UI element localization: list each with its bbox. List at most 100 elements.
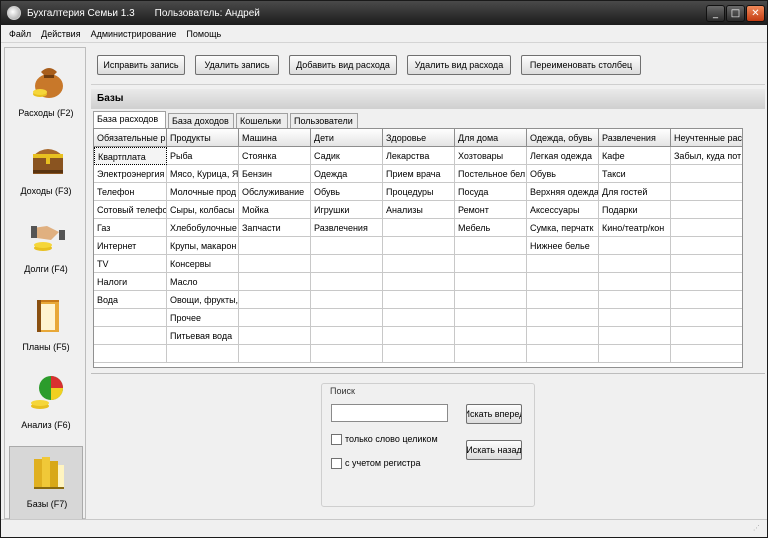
table-cell[interactable]: Сыры, колбасы xyxy=(167,201,239,219)
edit-record-button[interactable]: Исправить запись xyxy=(97,55,185,75)
table-cell[interactable]: Забыл, куда пот xyxy=(671,147,742,165)
table-cell[interactable] xyxy=(383,345,455,363)
table-cell[interactable]: Запчасти xyxy=(239,219,311,237)
menu-help[interactable]: Помощь xyxy=(186,29,221,39)
table-cell[interactable] xyxy=(383,219,455,237)
maximize-button[interactable]: □ xyxy=(726,5,745,22)
table-cell[interactable]: Развлечения xyxy=(311,219,383,237)
table-cell[interactable]: Квартплата xyxy=(94,147,167,165)
table-cell[interactable] xyxy=(527,327,599,345)
table-cell[interactable] xyxy=(527,291,599,309)
table-cell[interactable]: Молочные прод xyxy=(167,183,239,201)
table-cell[interactable]: Питьевая вода xyxy=(167,327,239,345)
table-cell[interactable] xyxy=(671,183,742,201)
table-cell[interactable]: Крупы, макарон xyxy=(167,237,239,255)
table-cell[interactable]: Хозтовары xyxy=(455,147,527,165)
table-cell[interactable] xyxy=(383,237,455,255)
table-cell[interactable]: Мойка xyxy=(239,201,311,219)
table-cell[interactable] xyxy=(311,309,383,327)
tab-expense-base[interactable]: База расходов xyxy=(93,111,166,128)
table-cell[interactable] xyxy=(311,345,383,363)
table-cell[interactable]: Кафе xyxy=(599,147,671,165)
table-cell[interactable]: Телефон xyxy=(94,183,167,201)
title-bar[interactable]: Бухгалтерия Семьи 1.3 Пользователь: Андр… xyxy=(1,1,767,25)
table-cell[interactable] xyxy=(671,291,742,309)
table-cell[interactable]: Газ xyxy=(94,219,167,237)
table-cell[interactable] xyxy=(94,345,167,363)
expense-grid[interactable]: Обязательные р Продукты Машина Дети Здоровье… xyxy=(93,128,743,368)
table-cell[interactable] xyxy=(311,327,383,345)
sidebar-item-databases[interactable]: Базы (F7) xyxy=(9,446,83,520)
table-cell[interactable]: Такси xyxy=(599,165,671,183)
table-cell[interactable]: Обувь xyxy=(527,165,599,183)
table-cell[interactable] xyxy=(599,237,671,255)
table-cell[interactable] xyxy=(383,273,455,291)
table-cell[interactable] xyxy=(383,309,455,327)
sidebar-item-expenses[interactable]: Расходы (F2) xyxy=(9,56,83,130)
table-cell[interactable] xyxy=(599,291,671,309)
table-cell[interactable] xyxy=(94,327,167,345)
sidebar-item-debts[interactable]: Долги (F4) xyxy=(9,212,83,286)
menu-file[interactable]: Файл xyxy=(9,29,31,39)
table-cell[interactable] xyxy=(239,255,311,273)
table-cell[interactable] xyxy=(599,327,671,345)
search-backward-button[interactable]: Искать назад xyxy=(466,440,522,460)
table-cell[interactable] xyxy=(239,273,311,291)
column-header[interactable]: Машина xyxy=(239,129,311,147)
table-cell[interactable] xyxy=(455,291,527,309)
table-cell[interactable]: Овощи, фрукты, xyxy=(167,291,239,309)
table-cell[interactable]: Вода xyxy=(94,291,167,309)
delete-expense-type-button[interactable]: Удалить вид расхода xyxy=(407,55,511,75)
table-cell[interactable] xyxy=(671,309,742,327)
table-cell[interactable] xyxy=(455,273,527,291)
table-cell[interactable] xyxy=(239,327,311,345)
table-cell[interactable]: Посуда xyxy=(455,183,527,201)
table-cell[interactable]: Садик xyxy=(311,147,383,165)
minimize-button[interactable]: _ xyxy=(706,5,725,22)
table-cell[interactable] xyxy=(94,309,167,327)
table-cell[interactable]: Для гостей xyxy=(599,183,671,201)
table-cell[interactable]: Обслуживание xyxy=(239,183,311,201)
table-cell[interactable]: Консервы xyxy=(167,255,239,273)
table-cell[interactable] xyxy=(455,237,527,255)
sidebar-item-income[interactable]: Доходы (F3) xyxy=(9,134,83,208)
sidebar-item-plans[interactable]: Планы (F5) xyxy=(9,290,83,364)
table-cell[interactable] xyxy=(239,291,311,309)
table-cell[interactable] xyxy=(239,345,311,363)
column-header[interactable]: Здоровье xyxy=(383,129,455,147)
table-cell[interactable] xyxy=(527,255,599,273)
table-cell[interactable] xyxy=(671,345,742,363)
table-cell[interactable]: Мясо, Курица, Я xyxy=(167,165,239,183)
sidebar-item-analysis[interactable]: Анализ (F6) xyxy=(9,368,83,442)
menu-actions[interactable]: Действия xyxy=(41,29,80,39)
table-cell[interactable] xyxy=(383,255,455,273)
table-cell[interactable]: Бензин xyxy=(239,165,311,183)
table-cell[interactable]: Кино/театр/кон xyxy=(599,219,671,237)
table-cell[interactable]: Процедуры xyxy=(383,183,455,201)
table-cell[interactable]: Рыба xyxy=(167,147,239,165)
table-cell[interactable] xyxy=(311,237,383,255)
tab-users[interactable]: Пользователи xyxy=(290,113,358,128)
table-cell[interactable] xyxy=(671,237,742,255)
table-cell[interactable]: Электроэнергия xyxy=(94,165,167,183)
table-cell[interactable] xyxy=(671,165,742,183)
table-cell[interactable] xyxy=(599,273,671,291)
table-cell[interactable]: Масло xyxy=(167,273,239,291)
table-cell[interactable] xyxy=(239,237,311,255)
table-cell[interactable]: Легкая одежда xyxy=(527,147,599,165)
table-cell[interactable] xyxy=(455,345,527,363)
search-forward-button[interactable]: Искать вперед xyxy=(466,404,522,424)
add-expense-type-button[interactable]: Добавить вид расхода xyxy=(289,55,397,75)
rename-column-button[interactable]: Переименовать столбец xyxy=(521,55,641,75)
table-cell[interactable] xyxy=(671,201,742,219)
close-button[interactable]: ✕ xyxy=(746,5,765,22)
table-cell[interactable]: Постельное бел xyxy=(455,165,527,183)
tab-income-base[interactable]: База доходов xyxy=(168,113,234,128)
table-cell[interactable]: Ремонт xyxy=(455,201,527,219)
table-cell[interactable]: Лекарства xyxy=(383,147,455,165)
table-cell[interactable]: Верхняя одежда xyxy=(527,183,599,201)
column-header[interactable]: Продукты xyxy=(167,129,239,147)
table-cell[interactable] xyxy=(383,327,455,345)
resize-grip-icon[interactable]: ⋰ xyxy=(753,524,763,534)
table-cell[interactable]: Хлебобулочные xyxy=(167,219,239,237)
